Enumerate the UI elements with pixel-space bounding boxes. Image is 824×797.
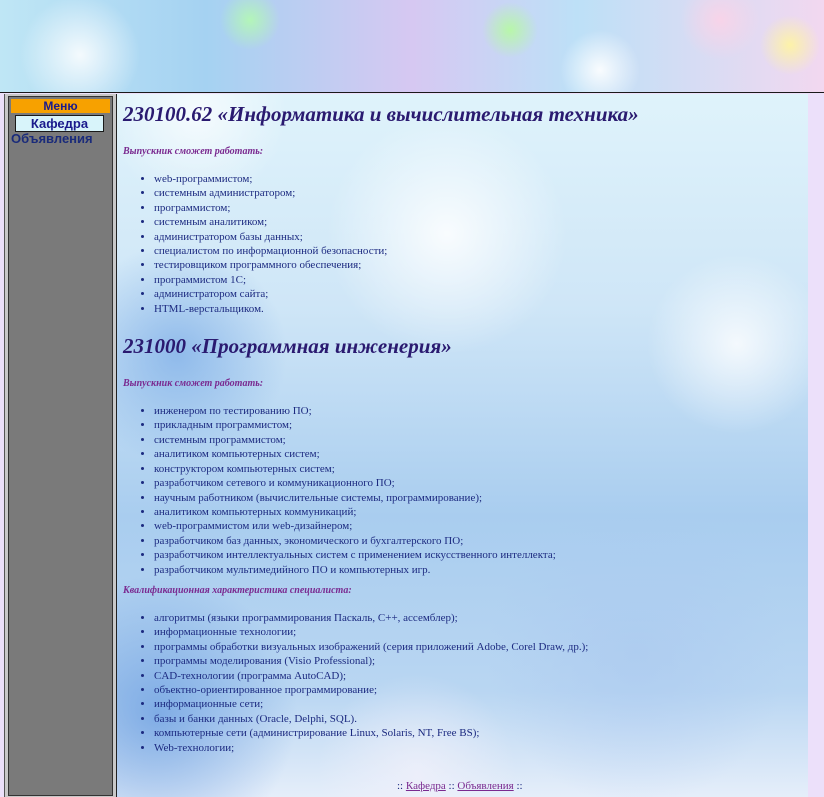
- list-item: web-программистом;: [154, 172, 803, 186]
- list-item: Web-технологии;: [154, 741, 803, 755]
- list-item: информационные сети;: [154, 697, 803, 711]
- list-item: администратором базы данных;: [154, 230, 803, 244]
- menu-title: Меню: [11, 99, 110, 113]
- list-item: специалистом по информационной безопасно…: [154, 244, 803, 258]
- list-item: аналитиком компьютерных систем;: [154, 447, 803, 461]
- main-content: 230100.62 «Информатика и вычислительная …: [116, 94, 808, 797]
- section-1-subheading: Выпускник сможет работать:: [123, 146, 264, 157]
- footer-separator: ::: [513, 780, 523, 792]
- list-item: объектно-ориентированное программировани…: [154, 683, 803, 697]
- qualification-subheading: Квалификационная характеристика специали…: [123, 584, 352, 596]
- section-2-subheading: Выпускник сможет работать:: [123, 378, 264, 390]
- header-banner: [0, 0, 824, 93]
- menu-panel: Меню Кафедра Объявления: [8, 96, 113, 796]
- list-item: HTML-верстальщиком.: [154, 302, 803, 316]
- list-item: аналитиком компьютерных коммуникаций;: [154, 505, 803, 519]
- footer-nav: :: Кафедра :: Объявления ::: [397, 780, 523, 792]
- list-item: разработчиком баз данных, экономического…: [154, 534, 803, 548]
- list-item: разработчиком сетевого и коммуникационно…: [154, 476, 803, 490]
- list-item: системным аналитиком;: [154, 215, 803, 229]
- list-item: администратором сайта;: [154, 287, 803, 301]
- list-item: программистом;: [154, 201, 803, 215]
- list-item: программы обработки визуальных изображен…: [154, 640, 803, 654]
- left-sidebar: Меню Кафедра Объявления: [4, 94, 117, 797]
- list-item: базы и банки данных (Oracle, Delphi, SQL…: [154, 712, 803, 726]
- qualification-list: алгоритмы (языки программирования Паскал…: [123, 611, 803, 755]
- list-item: CAD-технологии (программа AutoCAD);: [154, 669, 803, 683]
- list-item: системным программистом;: [154, 433, 803, 447]
- footer-link-announcements[interactable]: Объявления: [457, 780, 513, 792]
- list-item: информационные технологии;: [154, 625, 803, 639]
- list-item: конструктором компьютерных систем;: [154, 462, 803, 476]
- menu-item-announcements[interactable]: Объявления: [11, 131, 111, 146]
- menu-item-kafedra[interactable]: Кафедра: [15, 115, 104, 132]
- list-item: разработчиком мультимедийного ПО и компь…: [154, 563, 803, 577]
- list-item: научным работником (вычислительные систе…: [154, 491, 803, 505]
- section-1-list: web-программистом; системным администрат…: [123, 172, 803, 316]
- list-item: программы моделирования (Visio Professio…: [154, 654, 803, 668]
- list-item: программистом 1С;: [154, 273, 803, 287]
- list-item: тестировщиком программного обеспечения;: [154, 258, 803, 272]
- section-1-heading: 230100.62 «Информатика и вычислительная …: [123, 102, 639, 126]
- section-2-heading: 231000 «Программная инженерия»: [123, 334, 452, 359]
- list-item: web-программистом или web-дизайнером;: [154, 519, 803, 533]
- list-item: системным администратором;: [154, 186, 803, 200]
- section-2-list: инженером по тестированию ПО; прикладным…: [123, 404, 803, 577]
- footer-separator: ::: [445, 780, 458, 792]
- right-margin-strip: [808, 94, 824, 797]
- footer-link-kafedra[interactable]: Кафедра: [406, 780, 446, 792]
- list-item: прикладным программистом;: [154, 418, 803, 432]
- list-item: алгоритмы (языки программирования Паскал…: [154, 611, 803, 625]
- list-item: компьютерные сети (администрирование Lin…: [154, 726, 803, 740]
- footer-separator: ::: [397, 780, 406, 792]
- list-item: инженером по тестированию ПО;: [154, 404, 803, 418]
- list-item: разработчиком интеллектуальных систем с …: [154, 548, 803, 562]
